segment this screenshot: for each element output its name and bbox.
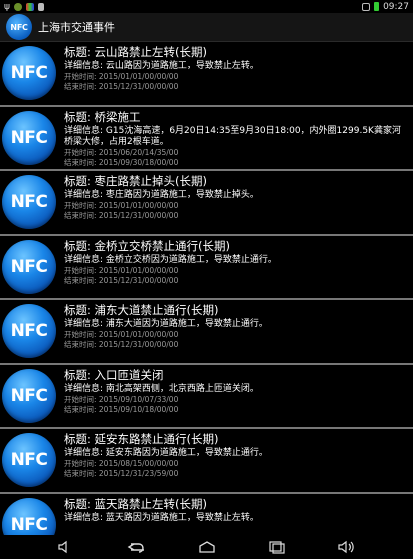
event-detail: 详细信息: 浦东大道因为道路施工，导致禁止通行。 [64, 319, 268, 329]
nfc-icon: NFC [0, 429, 58, 492]
event-end-time: 结束时间: 2015/12/31/00/00/00 [64, 82, 179, 91]
event-end-time: 结束时间: 2015/12/31/00/00/00 [64, 275, 179, 285]
app-logo-text: NFC [10, 22, 28, 32]
back-icon[interactable] [125, 539, 147, 555]
app-notification-icon [25, 2, 34, 11]
volume-up-icon[interactable] [336, 539, 358, 555]
android-icon [13, 2, 22, 11]
nfc-icon: NFC [0, 171, 58, 234]
app-logo-icon[interactable]: NFC [6, 14, 32, 40]
event-detail: 详细信息: 南北高架西侧，北京西路上匝道关闭。 [64, 383, 259, 394]
event-detail: 详细信息: G15沈海高速，6月20日14:35至9月30日18:00，内外圈1… [64, 125, 401, 147]
list-item[interactable]: NFC 标题: 入口匝道关闭 详细信息: 南北高架西侧，北京西路上匝道关闭。 开… [0, 364, 413, 429]
event-title: 标题: 云山路禁止左转(长期) [64, 45, 208, 59]
event-title: 标题: 入口匝道关闭 [64, 367, 164, 382]
event-start-time: 开始时间: 2015/08/15/00/00/00 [64, 459, 179, 468]
app-title: 上海市交通事件 [38, 21, 115, 34]
list-item[interactable]: NFC 标题: 浦东大道禁止通行(长期) 详细信息: 浦东大道因为道路施工，导致… [0, 300, 413, 365]
event-title: 标题: 延安东路禁止通行(长期) [64, 432, 219, 446]
recent-apps-icon[interactable] [266, 539, 288, 555]
event-start-time: 开始时间: 2015/01/01/00/00/00 [64, 265, 179, 275]
event-end-time: 结束时间: 2015/12/31/23/59/00 [64, 469, 179, 478]
event-end-time: 结束时间: 2015/12/31/00/00/00 [64, 340, 179, 349]
list-item[interactable]: NFC 标题: 云山路禁止左转(长期) 详细信息: 云山路因为道路施工，导致禁止… [0, 42, 413, 107]
event-start-time: 开始时间: 2015/06/20/14/35/00 [64, 147, 179, 157]
screenshot-icon [362, 2, 371, 11]
nfc-icon: NFC [0, 494, 58, 537]
nfc-icon: NFC [0, 300, 58, 363]
event-start-time: 开始时间: 2015/01/01/00/00/00 [64, 201, 179, 210]
event-title: 标题: 桥梁施工 [64, 109, 141, 124]
list-item[interactable]: NFC 标题: 延安东路禁止通行(长期) 详细信息: 延安东路因为道路施工，导致… [0, 429, 413, 494]
nfc-icon: NFC [0, 107, 58, 170]
event-detail: 详细信息: 云山路因为道路施工，导致禁止左转。 [64, 61, 259, 71]
list-item[interactable]: NFC 标题: 枣庄路禁止掉头(长期) 详细信息: 枣庄路因为道路施工，导致禁止… [0, 171, 413, 236]
event-detail: 详细信息: 延安东路因为道路施工，导致禁止通行。 [64, 448, 268, 458]
event-detail: 详细信息: 蓝天路因为道路施工，导致禁止左转。 [64, 512, 259, 523]
status-bar-notifications: ψ [4, 2, 44, 12]
list-item[interactable]: NFC 标题: 金桥立交桥禁止通行(长期) 详细信息: 金桥立交桥因为道路施工，… [0, 235, 413, 300]
battery-icon [374, 2, 380, 11]
nfc-icon: NFC [0, 365, 58, 428]
event-start-time: 开始时间: 2015/01/01/00/00/00 [64, 330, 179, 339]
event-start-time: 开始时间: 2015/09/10/07/33/00 [64, 394, 179, 404]
usb-icon: ψ [4, 1, 10, 12]
navigation-bar [0, 535, 413, 559]
action-bar: NFC 上海市交通事件 [0, 13, 413, 42]
nfc-icon: NFC [0, 42, 58, 105]
event-detail: 详细信息: 枣庄路因为道路施工，导致禁止掉头。 [64, 190, 259, 200]
event-title: 标题: 浦东大道禁止通行(长期) [64, 303, 219, 317]
list-item[interactable]: NFC 标题: 桥梁施工 详细信息: G15沈海高速，6月20日14:35至9月… [0, 106, 413, 171]
event-start-time: 开始时间: 2015/01/01/00/00/00 [64, 72, 179, 81]
event-end-time: 结束时间: 2015/12/31/00/00/00 [64, 211, 179, 220]
event-detail: 详细信息: 金桥立交桥因为道路施工，导致禁止通行。 [64, 254, 277, 265]
event-title: 标题: 枣庄路禁止掉头(长期) [64, 174, 208, 188]
event-title: 标题: 蓝天路禁止左转(长期) [64, 496, 208, 511]
event-list[interactable]: NFC 标题: 云山路禁止左转(长期) 详细信息: 云山路因为道路施工，导致禁止… [0, 42, 413, 537]
nfc-icon: NFC [0, 236, 58, 299]
file-icon [37, 2, 44, 11]
clock: 09:27 [383, 1, 409, 12]
status-bar-system: 09:27 [362, 2, 409, 12]
status-bar: ψ 09:27 [0, 0, 413, 13]
volume-down-icon[interactable] [55, 539, 77, 555]
list-item[interactable]: NFC 标题: 蓝天路禁止左转(长期) 详细信息: 蓝天路因为道路施工，导致禁止… [0, 493, 413, 537]
home-icon[interactable] [196, 539, 218, 555]
event-end-time: 结束时间: 2015/09/10/18/00/00 [64, 404, 179, 414]
event-title: 标题: 金桥立交桥禁止通行(长期) [64, 238, 231, 253]
event-end-time: 结束时间: 2015/09/30/18/00/00 [64, 157, 179, 167]
